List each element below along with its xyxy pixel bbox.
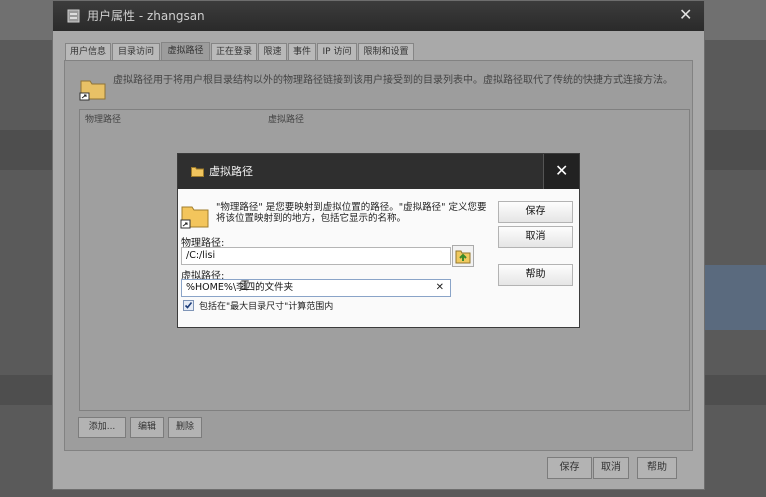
- physical-path-input[interactable]: /C:/lisi: [181, 247, 451, 265]
- folder-shortcut-icon: [79, 80, 106, 101]
- delete-button[interactable]: 删除: [168, 417, 202, 438]
- text-cursor-icon: Ꮖ: [241, 279, 250, 294]
- tab-directory-access[interactable]: 目录访问: [112, 43, 160, 60]
- column-header-virtual[interactable]: 虚拟路径: [268, 112, 304, 125]
- virtual-path-value: %HOME%\李四的文件夹: [186, 282, 294, 293]
- dialog-save-button[interactable]: 保存: [498, 201, 573, 223]
- virtual-path-input[interactable]: %HOME%\李四的文件夹 ✕: [181, 279, 451, 297]
- add-button[interactable]: 添加...: [78, 417, 126, 438]
- user-properties-icon: [67, 9, 80, 23]
- include-max-dir-size-checkbox[interactable]: [183, 300, 194, 311]
- dialog-title-bar: 虚拟路径 ✕: [178, 154, 579, 189]
- tab-events[interactable]: 事件: [288, 43, 316, 60]
- tab-ip-access[interactable]: IP 访问: [317, 43, 357, 60]
- background-panel: [705, 265, 766, 330]
- help-button[interactable]: 帮助: [637, 457, 677, 479]
- tab-virtual-path[interactable]: 虚拟路径: [161, 42, 210, 61]
- window-title: 用户属性 - zhangsan: [87, 9, 205, 23]
- tab-logged-in[interactable]: 正在登录: [211, 43, 257, 60]
- browse-button[interactable]: [452, 245, 474, 267]
- clear-icon[interactable]: ✕: [436, 280, 444, 296]
- tab-user-info[interactable]: 用户信息: [65, 43, 111, 60]
- browse-folder-icon: [455, 250, 471, 264]
- cancel-button[interactable]: 取消: [593, 457, 629, 479]
- edit-button[interactable]: 编辑: [130, 417, 164, 438]
- folder-icon: [191, 167, 204, 177]
- virtual-path-dialog: 虚拟路径 ✕ "物理路径" 是您要映射到虚拟位置的路径。"虚拟路径" 定义您要将…: [177, 153, 580, 328]
- dialog-help-button[interactable]: 帮助: [498, 264, 573, 286]
- column-header-physical[interactable]: 物理路径: [85, 112, 121, 125]
- dialog-close-button[interactable]: ✕: [543, 154, 579, 189]
- folder-shortcut-icon: [180, 206, 209, 229]
- tab-speed-limit[interactable]: 限速: [258, 43, 287, 60]
- include-max-dir-size-label[interactable]: 包括在"最大目录尺寸"计算范围内: [199, 299, 333, 312]
- dialog-description: "物理路径" 是您要映射到虚拟位置的路径。"虚拟路径" 定义您要将该位置映射到的…: [216, 202, 487, 224]
- tab-limits-settings[interactable]: 限制和设置: [358, 43, 414, 60]
- close-icon[interactable]: ✕: [679, 6, 692, 24]
- dialog-cancel-button[interactable]: 取消: [498, 226, 573, 248]
- dialog-title: 虚拟路径: [209, 165, 253, 178]
- save-button[interactable]: 保存: [547, 457, 592, 479]
- checkmark-icon: [184, 302, 193, 309]
- tab-description: 虚拟路径用于将用户根目录结构以外的物理路径链接到该用户接受到的目录列表中。虚拟路…: [113, 75, 673, 86]
- close-icon[interactable]: ✕: [555, 162, 568, 180]
- window-title-bar: 用户属性 - zhangsan ✕: [53, 1, 704, 31]
